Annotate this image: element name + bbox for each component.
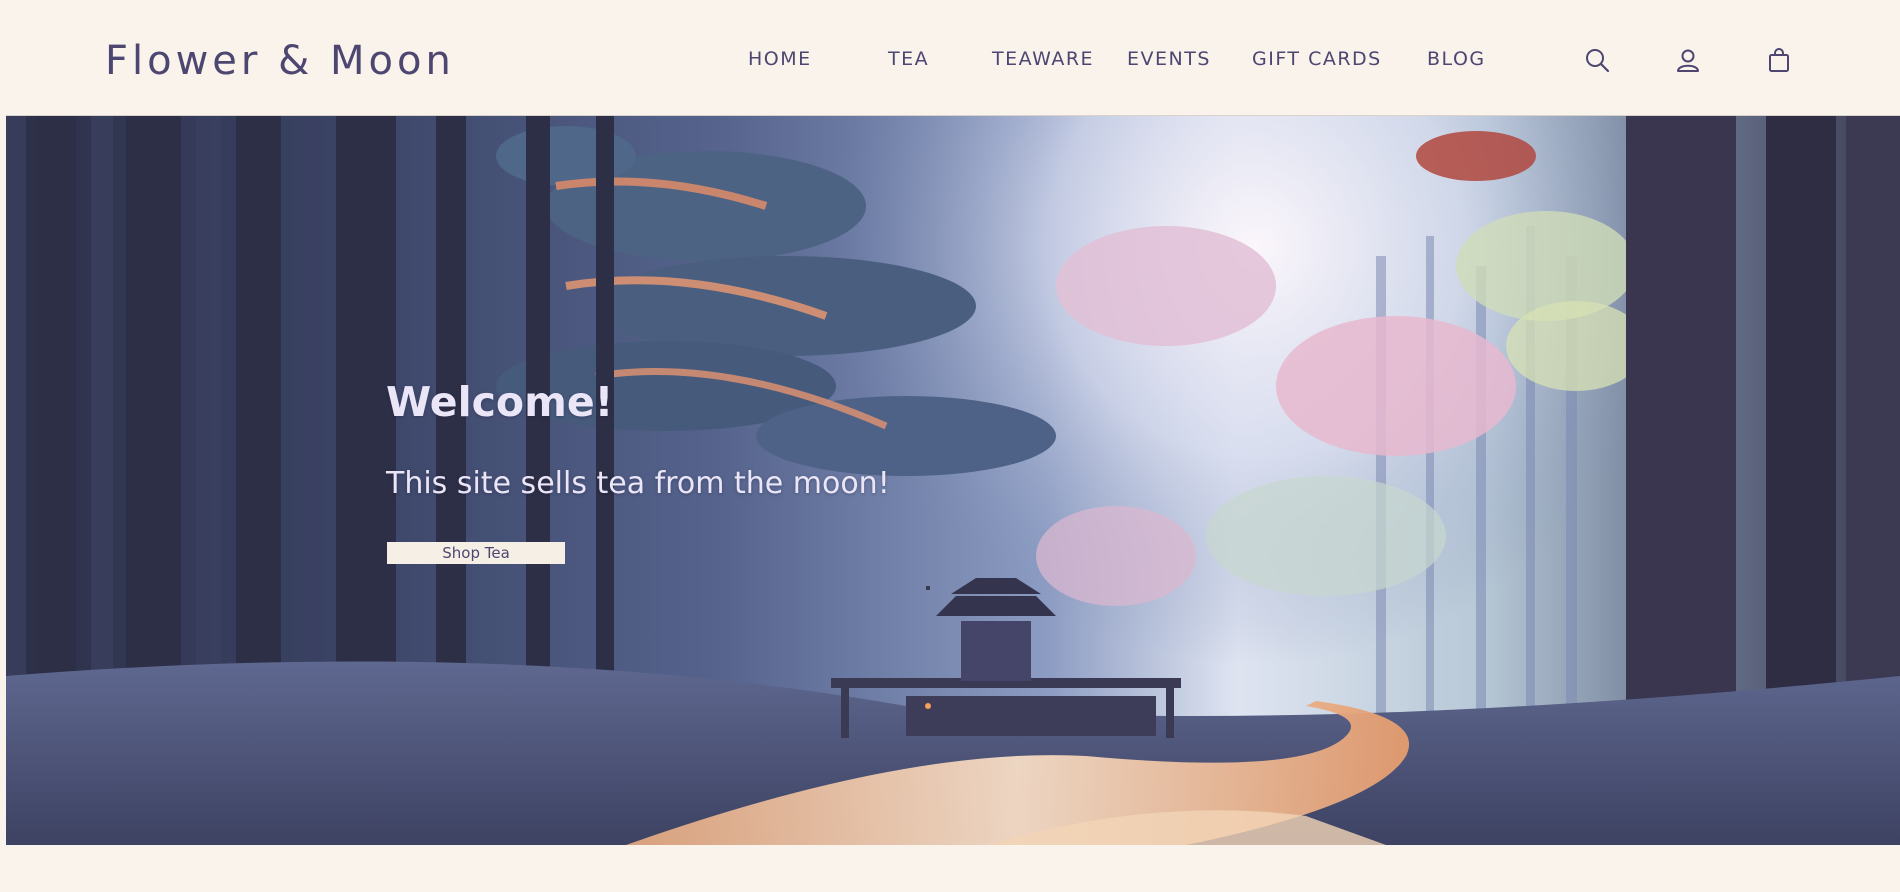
hero-subtitle: This site sells tea from the moon! xyxy=(386,466,890,501)
nav-item-home[interactable]: HOME xyxy=(748,48,812,70)
forest-illustration xyxy=(6,116,1900,845)
hero-banner: Welcome! This site sells tea from the mo… xyxy=(6,116,1900,845)
account-icon[interactable] xyxy=(1675,47,1701,73)
hero-title: Welcome! xyxy=(386,378,614,426)
nav-item-gift-cards[interactable]: GIFT CARDS xyxy=(1252,48,1382,70)
shopping-bag-icon[interactable] xyxy=(1766,47,1792,73)
nav-item-teaware[interactable]: TEAWARE xyxy=(992,48,1094,70)
search-icon[interactable] xyxy=(1584,47,1610,73)
shop-tea-button[interactable]: Shop Tea xyxy=(387,542,565,564)
site-header: Flower & Moon HOME TEA TEAWARE EVENTS GI… xyxy=(0,0,1900,116)
nav-item-events[interactable]: EVENTS xyxy=(1127,48,1211,70)
nav-item-blog[interactable]: BLOG xyxy=(1427,48,1486,70)
page-bottom-band xyxy=(0,845,1900,892)
nav-item-tea[interactable]: TEA xyxy=(888,48,929,70)
site-logo[interactable]: Flower & Moon xyxy=(105,38,455,84)
